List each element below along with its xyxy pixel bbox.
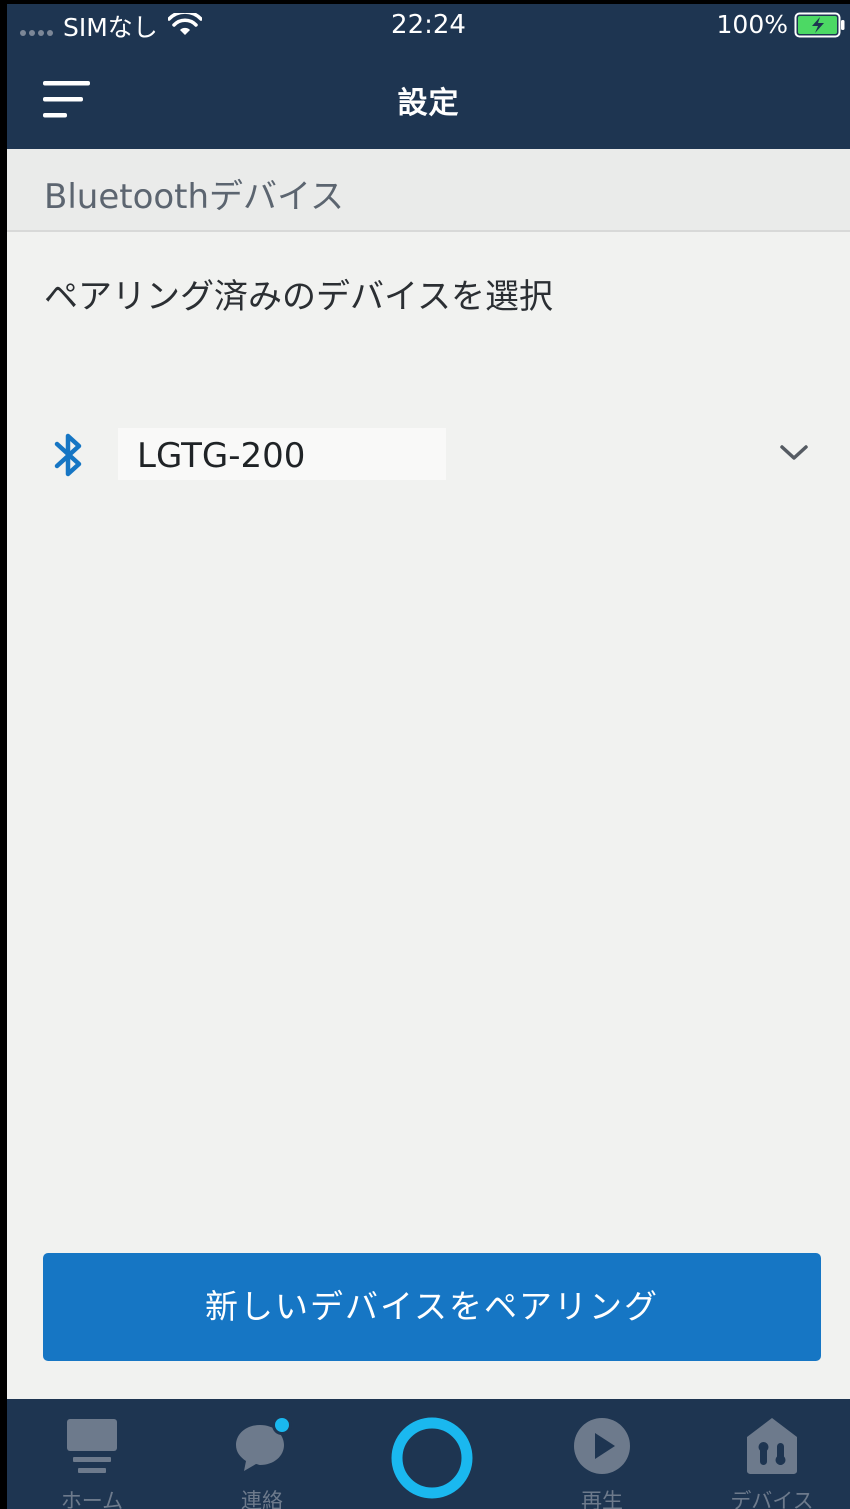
select-paired-device-label: ペアリング済みのデバイスを選択: [44, 277, 553, 317]
tab-play[interactable]: 再生: [542, 1399, 662, 1509]
tab-communicate[interactable]: 連絡: [202, 1399, 322, 1509]
battery-percent: 100%: [716, 10, 788, 39]
section-title: Bluetoothデバイス: [44, 177, 345, 217]
tab-label-home: ホーム: [60, 1489, 124, 1509]
bottom-tab-bar: ホーム 連絡 再生 デバイス: [7, 1399, 850, 1509]
tab-label-play: 再生: [581, 1489, 623, 1509]
device-select-box[interactable]: LGTG-200: [118, 428, 446, 480]
selected-device-name: LGTG-200: [137, 436, 306, 476]
tab-label-devices: デバイス: [730, 1489, 814, 1509]
devices-house-icon: [747, 1418, 797, 1474]
tab-devices[interactable]: デバイス: [712, 1399, 832, 1509]
alexa-icon: [391, 1417, 473, 1499]
bluetooth-icon: [54, 433, 82, 477]
pair-new-device-button[interactable]: 新しいデバイスをペアリング: [43, 1253, 821, 1361]
tab-home[interactable]: ホーム: [32, 1399, 152, 1509]
app-header: 設定: [7, 48, 850, 149]
chat-bubble-icon: [236, 1415, 292, 1471]
status-bar: SIMなし 22:24 100%: [7, 4, 850, 48]
paired-device-dropdown[interactable]: LGTG-200: [7, 424, 850, 484]
phone-screen: SIMなし 22:24 100% 設定 Bluetoothデバイス ペアリング済…: [7, 4, 850, 1509]
play-icon: [574, 1418, 630, 1474]
tab-alexa[interactable]: [372, 1399, 492, 1509]
battery-charging-icon: [794, 12, 845, 37]
page-title: 設定: [397, 86, 460, 121]
tab-label-communicate: 連絡: [241, 1489, 283, 1509]
status-right: 100%: [717, 10, 846, 39]
chevron-down-icon[interactable]: [778, 442, 810, 464]
home-icon: [67, 1419, 117, 1473]
section-header: Bluetoothデバイス: [7, 149, 850, 232]
